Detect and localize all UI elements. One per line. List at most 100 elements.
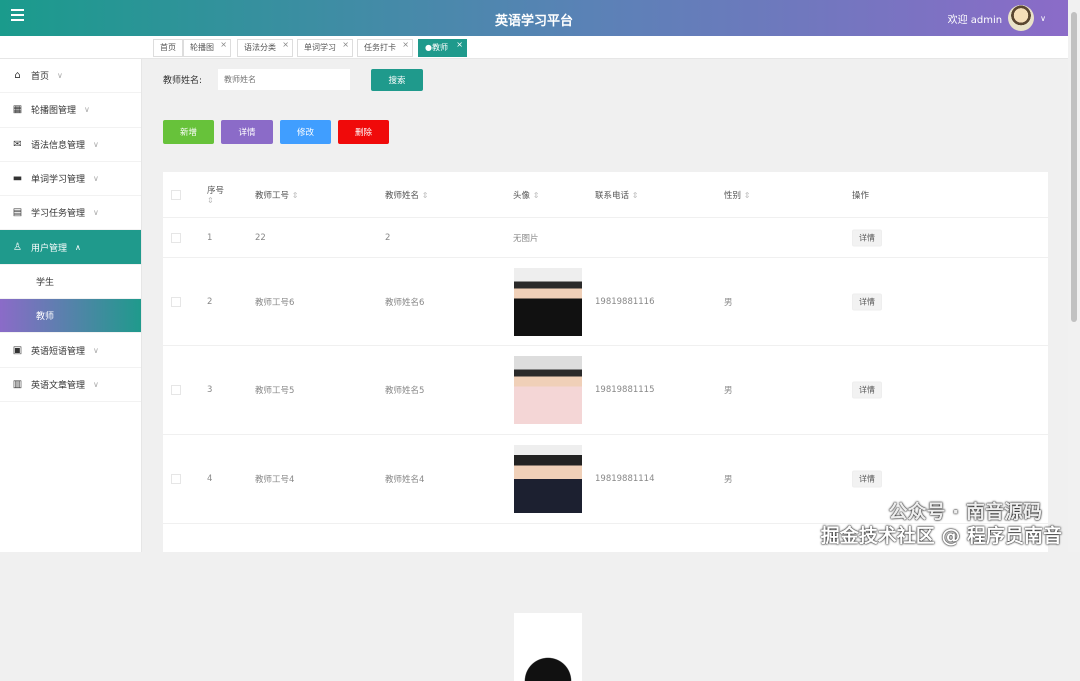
table-row: 1 22 2 无图片 详情 (163, 218, 1048, 258)
sidebar-item-grammar[interactable]: ✉ 语法信息管理 ∨ (0, 128, 141, 162)
sort-icon: ⇕ (743, 190, 751, 200)
sidebar-item-label: 英语短语管理 (31, 346, 86, 357)
delete-button[interactable]: 删除 (338, 120, 389, 144)
col-no[interactable]: 序号 ⇕ (207, 184, 224, 206)
table-row: 2 教师工号6 教师姓名6 19819881116 男 详情 (163, 258, 1048, 346)
cell-name: 教师姓名4 (385, 475, 425, 485)
cell-gender: 男 (724, 297, 733, 308)
teacher-photo (514, 356, 582, 424)
close-icon[interactable]: × (402, 37, 409, 53)
cell-no: 3 (207, 385, 213, 395)
tab-words[interactable]: 单词学习 × (297, 39, 353, 57)
col-phone[interactable]: 联系电话 ⇕ (595, 189, 638, 201)
row-detail-button[interactable]: 详情 (852, 229, 882, 246)
tab-teacher[interactable]: ●教师 × (418, 39, 467, 57)
cell-gender: 男 (724, 386, 733, 396)
detail-button[interactable]: 详情 (221, 120, 273, 144)
select-all-checkbox[interactable] (171, 189, 181, 200)
table-header-row: 序号 ⇕ 教师工号 ⇕ 教师姓名 ⇕ 头像 ⇕ 联系电话 ⇕ 性别 ⇕ 操作 (163, 172, 1048, 218)
row-checkbox[interactable] (171, 385, 181, 395)
teacher-photo (514, 613, 582, 681)
chevron-down-icon: ∨ (1040, 13, 1046, 23)
card-icon: ▤ (12, 207, 23, 219)
watermark-line2: 掘金技术社区 @ 程序员南音 (820, 525, 1062, 547)
col-gender[interactable]: 性别 ⇕ (724, 189, 750, 201)
sidebar-item-carousel[interactable]: ▦ 轮播图管理 ∨ (0, 93, 141, 128)
app-title: 英语学习平台 (494, 14, 573, 29)
sidebar-item-phrases[interactable]: ▣ 英语短语管理 ∨ (0, 333, 141, 368)
col-actions: 操作 (852, 190, 870, 201)
cell-avatar: 无图片 (513, 233, 539, 244)
edit-button[interactable]: 修改 (280, 120, 331, 144)
sort-icon: ⇕ (291, 190, 299, 200)
teacher-table: 序号 ⇕ 教师工号 ⇕ 教师姓名 ⇕ 头像 ⇕ 联系电话 ⇕ 性别 ⇕ 操作 1 … (163, 172, 1048, 681)
chevron-down-icon: ∨ (93, 208, 99, 218)
sidebar-item-label: 首页 (31, 72, 50, 83)
sidebar-item-label: 轮播图管理 (31, 106, 77, 117)
sidebar-item-users[interactable]: ♙ 用户管理 ∧ (0, 230, 141, 265)
col-name[interactable]: 教师姓名 ⇕ (385, 189, 428, 201)
cell-name: 教师姓名5 (385, 386, 425, 396)
close-icon[interactable]: × (220, 37, 227, 53)
tab-carousel[interactable]: 轮播图 × (183, 39, 231, 57)
close-icon[interactable]: × (282, 37, 289, 53)
teacher-photo (514, 445, 582, 513)
add-button[interactable]: 新增 (163, 120, 214, 144)
avatar[interactable] (1008, 5, 1035, 31)
sidebar-item-students[interactable]: 学生 (0, 265, 141, 300)
chip-icon: ▣ (12, 344, 23, 356)
mail-icon: ✉ (13, 138, 22, 150)
row-checkbox[interactable] (171, 296, 181, 307)
cell-name: 2 (385, 232, 391, 243)
cell-name: 教师姓名6 (385, 297, 425, 308)
sidebar-item-label: 语法信息管理 (31, 140, 86, 151)
table-row (163, 613, 1048, 681)
cell-id: 教师工号6 (255, 297, 295, 308)
sidebar-item-words[interactable]: ▬ 单词学习管理 ∨ (0, 162, 141, 197)
tab-grammar[interactable]: 语法分类 × (237, 39, 293, 57)
sidebar-item-label: 用户管理 (31, 243, 68, 254)
cell-no: 1 (207, 232, 213, 243)
row-detail-button[interactable]: 详情 (852, 293, 882, 310)
sort-icon: ⇕ (421, 190, 429, 200)
sidebar-item-tasks[interactable]: ▤ 学习任务管理 ∨ (0, 196, 141, 231)
sidebar-item-label: 学习任务管理 (31, 209, 86, 220)
keyboard-icon: ▬ (12, 173, 23, 185)
sidebar-item-label: 教师 (36, 312, 55, 323)
chevron-up-icon: ∧ (75, 242, 81, 252)
sidebar-item-label: 单词学习管理 (31, 175, 86, 186)
scrollbar[interactable] (1068, 0, 1080, 552)
sidebar-item-label: 英语文章管理 (31, 380, 86, 391)
teacher-name-search-input[interactable] (218, 69, 350, 90)
cell-id: 教师工号4 (255, 475, 295, 485)
chevron-down-icon: ∨ (93, 174, 99, 184)
tab-tasks[interactable]: 任务打卡 × (357, 39, 413, 57)
row-detail-button[interactable]: 详情 (852, 381, 882, 399)
user-menu[interactable]: 欢迎 admin ∨ (948, 5, 1046, 31)
sidebar-item-home[interactable]: ⌂ 首页 ∨ (0, 59, 141, 94)
close-icon[interactable]: × (342, 37, 349, 53)
tab-bar: 首页 轮播图 × 语法分类 × 单词学习 × 任务打卡 × ●教师 × (0, 36, 1068, 59)
col-id[interactable]: 教师工号 ⇕ (255, 189, 298, 201)
chevron-down-icon: ∨ (84, 105, 90, 115)
table-row: 3 教师工号5 教师姓名5 19819881115 男 详情 (163, 346, 1048, 435)
welcome-text: 欢迎 admin (947, 14, 1003, 26)
sidebar-item-teachers[interactable]: 教师 (0, 299, 141, 334)
col-avatar[interactable]: 头像 ⇕ (513, 189, 539, 201)
cell-gender: 男 (724, 475, 733, 485)
chevron-down-icon: ∨ (57, 71, 63, 81)
row-detail-button[interactable]: 详情 (852, 470, 882, 488)
sidebar: ⌂ 首页 ∨ ▦ 轮播图管理 ∨ ✉ 语法信息管理 ∨ ▬ 单词学习管理 ∨ ▤ 学习任务管理 ∨ … (0, 59, 142, 552)
user-icon: ♙ (13, 241, 22, 253)
cell-phone: 19819881115 (595, 385, 655, 395)
cell-phone: 19819881114 (595, 474, 655, 484)
search-button[interactable]: 搜索 (371, 69, 423, 91)
sidebar-item-articles[interactable]: ▥ 英语文章管理 ∨ (0, 368, 141, 402)
sort-icon: ⇕ (631, 190, 639, 200)
close-icon[interactable]: × (456, 37, 463, 53)
sort-icon: ⇕ (207, 195, 214, 205)
chevron-down-icon: ∨ (93, 139, 99, 149)
row-checkbox[interactable] (171, 474, 181, 484)
row-checkbox[interactable] (171, 232, 181, 243)
tab-home[interactable]: 首页 (153, 39, 183, 57)
